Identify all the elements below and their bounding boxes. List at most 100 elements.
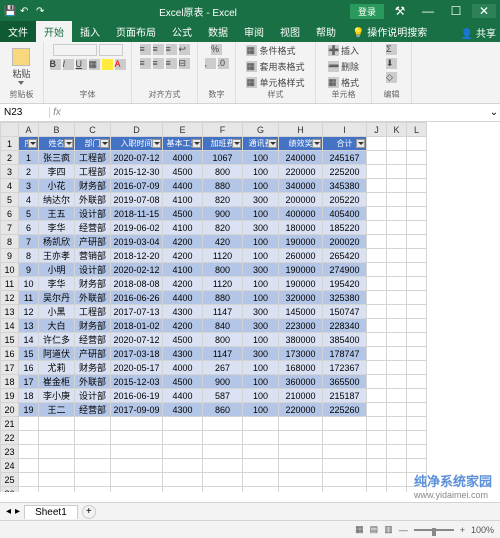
data-cell[interactable]: 17 (19, 375, 39, 389)
data-cell[interactable]: 100 (243, 291, 279, 305)
maximize-icon[interactable]: ☐ (444, 4, 468, 18)
data-cell[interactable]: 300 (243, 305, 279, 319)
empty-cell[interactable] (111, 445, 163, 459)
data-cell[interactable]: 小黑 (39, 305, 75, 319)
data-cell[interactable]: 900 (203, 375, 243, 389)
tell-me[interactable]: 💡 操作说明搜索 (344, 21, 435, 42)
row-header[interactable]: 1 (1, 137, 19, 151)
data-cell[interactable]: 300 (243, 193, 279, 207)
col-header[interactable]: A (19, 123, 39, 137)
number-fmt-icon[interactable]: % (211, 44, 222, 55)
data-cell[interactable]: 13 (19, 319, 39, 333)
row-header[interactable]: 3 (1, 165, 19, 179)
table-header[interactable]: 合计 (323, 137, 367, 151)
data-cell[interactable]: 5 (19, 207, 39, 221)
col-header[interactable]: C (75, 123, 111, 137)
filter-icon[interactable] (232, 139, 241, 148)
data-cell[interactable]: 4300 (163, 305, 203, 319)
data-cell[interactable]: 300 (243, 263, 279, 277)
data-cell[interactable]: 220000 (279, 165, 323, 179)
data-cell[interactable]: 190000 (279, 263, 323, 277)
data-cell[interactable]: 840 (203, 319, 243, 333)
data-cell[interactable]: 4100 (163, 263, 203, 277)
empty-cell[interactable] (203, 487, 243, 493)
table-header[interactable]: 基本工资 (163, 137, 203, 151)
data-cell[interactable]: 9 (19, 263, 39, 277)
row-header[interactable]: 14 (1, 319, 19, 333)
data-cell[interactable]: 4000 (163, 151, 203, 165)
data-cell[interactable]: 185220 (323, 221, 367, 235)
filter-icon[interactable] (312, 139, 321, 148)
cond-fmt-button[interactable]: ▦条件格式 (246, 44, 295, 57)
data-cell[interactable]: 225260 (323, 403, 367, 417)
data-cell[interactable]: 阿道伏 (39, 347, 75, 361)
empty-cell[interactable] (407, 431, 427, 445)
empty-cell[interactable] (407, 445, 427, 459)
empty-cell[interactable] (39, 417, 75, 431)
row-header[interactable]: 21 (1, 417, 19, 431)
data-cell[interactable]: 2015-12-03 (111, 375, 163, 389)
empty-cell[interactable] (367, 487, 387, 493)
data-cell[interactable]: 15 (19, 347, 39, 361)
data-cell[interactable]: 财务部 (75, 319, 111, 333)
empty-cell[interactable] (203, 459, 243, 473)
data-cell[interactable]: 1120 (203, 277, 243, 291)
tab-view[interactable]: 视图 (272, 21, 308, 42)
data-cell[interactable]: 6 (19, 221, 39, 235)
data-cell[interactable]: 365500 (323, 375, 367, 389)
data-cell[interactable]: 180000 (279, 221, 323, 235)
tab-help[interactable]: 帮助 (308, 21, 344, 42)
data-cell[interactable]: 300 (243, 319, 279, 333)
delete-cell-button[interactable]: ➖删除 (328, 60, 359, 73)
table-header[interactable]: 加班费 (203, 137, 243, 151)
col-header[interactable]: J (367, 123, 387, 137)
empty-cell[interactable] (163, 459, 203, 473)
data-cell[interactable]: 李四 (39, 165, 75, 179)
data-cell[interactable]: 8 (19, 249, 39, 263)
empty-cell[interactable] (367, 431, 387, 445)
empty-cell[interactable] (163, 473, 203, 487)
empty-cell[interactable] (323, 473, 367, 487)
data-cell[interactable]: 225200 (323, 165, 367, 179)
table-header[interactable]: 绩效奖 (279, 137, 323, 151)
data-cell[interactable]: 4 (19, 193, 39, 207)
table-fmt-button[interactable]: ▦套用表格式 (246, 60, 304, 73)
empty-cell[interactable] (163, 487, 203, 493)
empty-cell[interactable] (39, 487, 75, 493)
data-cell[interactable]: 900 (203, 207, 243, 221)
data-cell[interactable]: 405400 (323, 207, 367, 221)
empty-cell[interactable] (19, 431, 39, 445)
tab-review[interactable]: 审阅 (236, 21, 272, 42)
data-cell[interactable]: 800 (203, 165, 243, 179)
data-cell[interactable]: 工程部 (75, 305, 111, 319)
filter-icon[interactable] (192, 139, 201, 148)
fill-color-icon[interactable] (102, 59, 113, 70)
fx-icon[interactable]: fx (50, 107, 64, 118)
empty-cell[interactable] (387, 473, 407, 487)
data-cell[interactable]: 100 (243, 235, 279, 249)
data-cell[interactable]: 纳达尔 (39, 193, 75, 207)
empty-cell[interactable] (111, 417, 163, 431)
empty-cell[interactable] (323, 459, 367, 473)
data-cell[interactable]: 205220 (323, 193, 367, 207)
tab-layout[interactable]: 页面布局 (108, 21, 164, 42)
data-cell[interactable]: 4200 (163, 235, 203, 249)
col-header[interactable]: I (323, 123, 367, 137)
empty-cell[interactable] (323, 431, 367, 445)
data-cell[interactable]: 4500 (163, 375, 203, 389)
empty-cell[interactable] (39, 459, 75, 473)
close-icon[interactable]: ✕ (472, 4, 496, 18)
empty-cell[interactable] (279, 445, 323, 459)
empty-cell[interactable] (203, 431, 243, 445)
row-header[interactable]: 5 (1, 193, 19, 207)
data-cell[interactable]: 1147 (203, 305, 243, 319)
data-cell[interactable]: 大白 (39, 319, 75, 333)
data-cell[interactable]: 4200 (163, 319, 203, 333)
sheet-tab[interactable]: Sheet1 (24, 505, 78, 519)
data-cell[interactable]: 880 (203, 179, 243, 193)
empty-cell[interactable] (203, 445, 243, 459)
empty-cell[interactable] (279, 487, 323, 493)
data-cell[interactable]: 300 (243, 221, 279, 235)
fill-icon[interactable]: ⬇ (386, 58, 397, 69)
data-cell[interactable]: 400000 (279, 207, 323, 221)
